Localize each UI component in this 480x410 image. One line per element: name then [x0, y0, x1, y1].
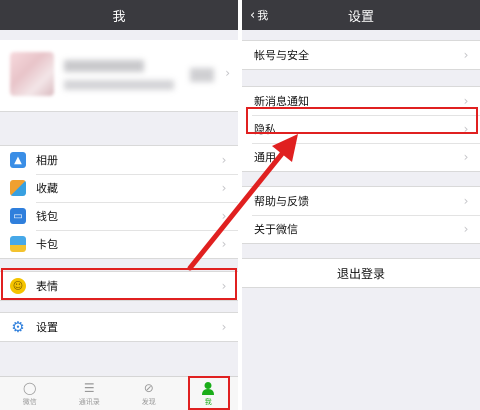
compass-icon: ⊘ [143, 380, 154, 395]
chevron-right-icon: › [221, 153, 227, 167]
me-item-cards[interactable]: 卡包 › [0, 230, 238, 258]
settings-item-notifications[interactable]: 新消息通知 › [242, 87, 480, 115]
chat-bubble-icon: ◯ [23, 380, 37, 395]
tab-label: 微信 [22, 397, 37, 406]
chevron-right-icon: › [221, 181, 227, 195]
blurred-qr-icon [190, 68, 214, 82]
card-pack-icon [10, 236, 26, 252]
settings-item-label: 帐号与安全 [254, 49, 309, 62]
bottom-tab-bar: ◯ 微信 ☰ 通讯录 ⊘ 发现 我 [0, 376, 238, 410]
tab-me[interactable]: 我 [179, 377, 239, 410]
me-item-label: 相册 [36, 154, 58, 167]
chevron-right-icon: › [221, 209, 227, 223]
me-item-wallet[interactable]: ▭ 钱包 › [0, 202, 238, 230]
settings-item-label: 隐私 [254, 123, 276, 136]
blurred-wechat-id [64, 80, 174, 90]
settings-group-1: 帐号与安全 › [242, 40, 480, 70]
chevron-right-icon: › [221, 279, 227, 293]
settings-item-label: 帮助与反馈 [254, 195, 309, 208]
me-navbar: 我 [0, 0, 238, 30]
me-item-label: 设置 [36, 321, 58, 334]
me-item-album[interactable]: ▲ 相册 › [0, 146, 238, 174]
me-item-emoji[interactable]: ☺ 表情 › [0, 272, 238, 300]
me-item-settings[interactable]: ⚙ 设置 › [0, 313, 238, 341]
chevron-right-icon: › [463, 122, 469, 136]
favorites-cube-icon [10, 180, 26, 196]
chevron-right-icon: › [225, 66, 230, 80]
logout-button[interactable]: 退出登录 [242, 258, 480, 288]
chevron-right-icon: › [221, 320, 227, 334]
chevron-left-icon: ‹ [250, 7, 256, 23]
settings-navbar: ‹ 我 设置 [242, 0, 480, 30]
me-screen: 我 › ▲ 相册 › 收藏 › ▭ 钱包 › 卡包 › ☺ 表情 › ⚙ 设置 … [0, 0, 238, 410]
wallet-icon: ▭ [10, 208, 26, 224]
tab-label: 通讯录 [78, 397, 100, 406]
settings-item-general[interactable]: 通用 › [242, 143, 480, 171]
me-item-label: 收藏 [36, 182, 58, 195]
settings-item-help-feedback[interactable]: 帮助与反馈 › [242, 187, 480, 215]
chevron-right-icon: › [463, 94, 469, 108]
me-group-1: ▲ 相册 › 收藏 › ▭ 钱包 › 卡包 › [0, 145, 238, 259]
settings-page-title: 设置 [347, 9, 374, 25]
me-item-label: 表情 [36, 280, 58, 293]
me-item-label: 钱包 [36, 210, 58, 223]
back-label: 我 [257, 9, 269, 22]
profile-card[interactable]: › [0, 40, 238, 112]
tab-chats[interactable]: ◯ 微信 [0, 377, 60, 410]
tab-contacts[interactable]: ☰ 通讯录 [60, 377, 120, 410]
contacts-icon: ☰ [83, 380, 95, 395]
avatar [10, 52, 54, 96]
settings-item-label: 关于微信 [254, 223, 298, 236]
chevron-right-icon: › [463, 150, 469, 164]
gear-icon: ⚙ [11, 318, 25, 336]
emoji-icon: ☺ [10, 278, 26, 294]
tab-label: 我 [204, 397, 212, 406]
settings-item-privacy[interactable]: 隐私 › [242, 115, 480, 143]
me-group-3: ⚙ 设置 › [0, 312, 238, 342]
logout-label: 退出登录 [336, 266, 385, 281]
settings-group-3: 帮助与反馈 › 关于微信 › [242, 186, 480, 244]
photo-album-icon: ▲ [10, 152, 26, 168]
settings-item-label: 新消息通知 [254, 95, 309, 108]
tab-label: 发现 [141, 397, 156, 406]
settings-item-account-security[interactable]: 帐号与安全 › [242, 41, 480, 69]
me-group-2: ☺ 表情 › [0, 271, 238, 301]
chevron-right-icon: › [463, 48, 469, 62]
chevron-right-icon: › [221, 237, 227, 251]
blurred-nickname [64, 60, 144, 72]
chevron-right-icon: › [463, 194, 469, 208]
settings-screen: ‹ 我 设置 帐号与安全 › 新消息通知 › 隐私 › 通用 › 帮助与反馈 › [242, 0, 480, 410]
settings-group-2: 新消息通知 › 隐私 › 通用 › [242, 86, 480, 172]
person-icon [201, 381, 215, 395]
me-page-title: 我 [112, 9, 126, 25]
me-item-favorites[interactable]: 收藏 › [0, 174, 238, 202]
chevron-right-icon: › [463, 222, 469, 236]
back-button[interactable]: ‹ 我 [250, 0, 268, 30]
settings-item-about[interactable]: 关于微信 › [242, 215, 480, 243]
me-item-label: 卡包 [36, 238, 58, 251]
settings-item-label: 通用 [254, 151, 276, 164]
tab-discover[interactable]: ⊘ 发现 [119, 377, 179, 410]
